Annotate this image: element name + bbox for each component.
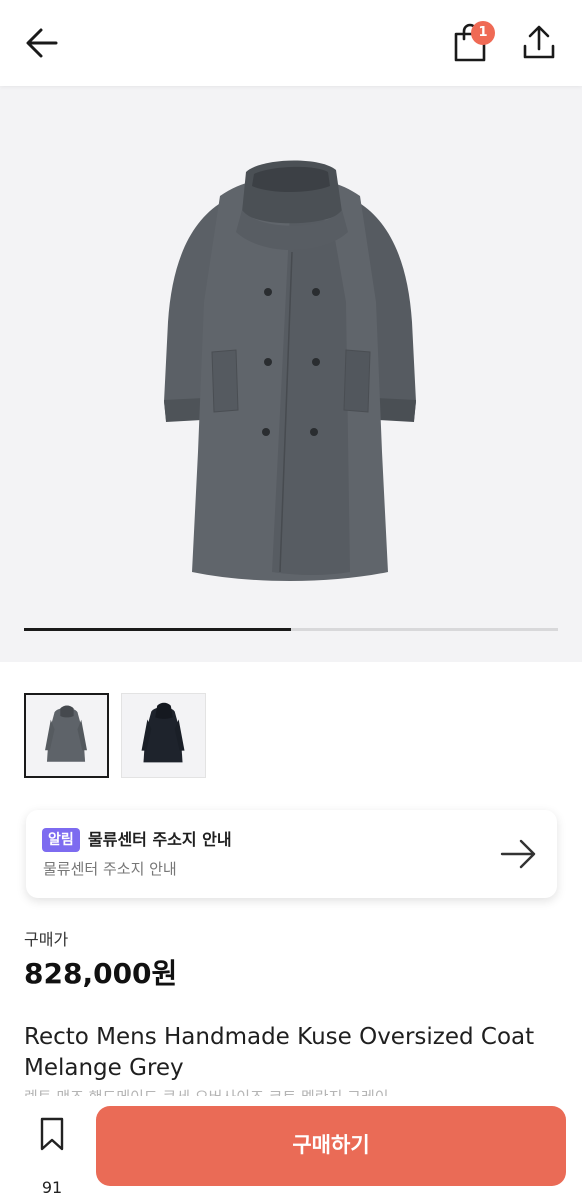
top-bar: 1: [0, 0, 582, 86]
carousel-progress-track: [24, 628, 558, 631]
bottom-action-bar: 91 구매하기: [0, 1096, 582, 1200]
share-icon[interactable]: [518, 22, 560, 64]
price-value: 828,000원: [24, 957, 178, 990]
product-image-coat: [164, 160, 416, 581]
cart-count-badge: 1: [471, 21, 495, 45]
price-label: 구매가: [24, 930, 69, 949]
thumbnail-grey-coat-image: [45, 705, 87, 762]
carousel-progress-fill: [24, 628, 291, 631]
thumbnail-grey[interactable]: [24, 693, 109, 778]
notice-title: 물류센터 주소지 안내: [88, 830, 232, 849]
arrow-right-icon: [500, 839, 536, 869]
product-title: Recto Mens Handmade Kuse Oversized Coat …: [24, 1024, 535, 1081]
bookmark-count: 91: [41, 1178, 63, 1197]
thumbnail-black-coat-image: [141, 702, 185, 763]
buy-button[interactable]: 구매하기: [96, 1106, 566, 1186]
bookmark-button[interactable]: 91: [30, 1116, 74, 1197]
bookmark-icon: [40, 1117, 64, 1151]
thumbnail-black[interactable]: [121, 693, 206, 778]
product-image-carousel[interactable]: [0, 86, 582, 662]
shipping-notice-card[interactable]: 알림 물류센터 주소지 안내 물류센터 주소지 안내: [26, 810, 557, 898]
notice-subtitle: 물류센터 주소지 안내: [43, 860, 177, 878]
back-arrow-icon[interactable]: [22, 24, 62, 62]
notice-tag: 알림: [42, 828, 80, 852]
